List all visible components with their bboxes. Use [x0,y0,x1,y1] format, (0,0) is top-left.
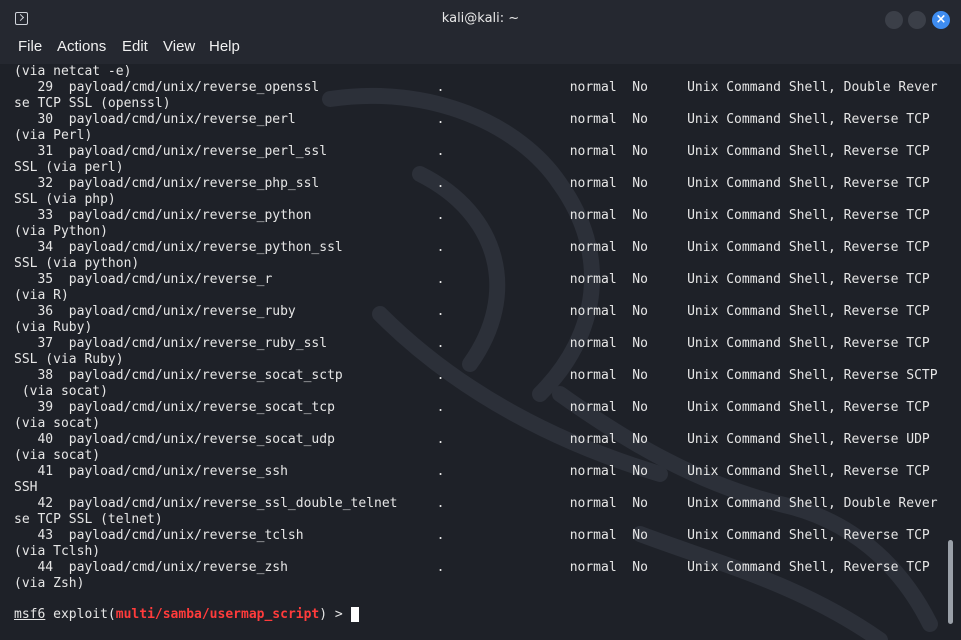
output-line: 36 payload/cmd/unix/reverse_ruby . norma… [14,304,930,319]
output-line: 43 payload/cmd/unix/reverse_tclsh . norm… [14,528,930,543]
output-line: se TCP SSL (telnet) [14,512,163,527]
output-line: (via socat) [14,384,108,399]
output-line: (via socat) [14,448,101,463]
command-prompt[interactable]: msf6 exploit(multi/samba/usermap_script)… [14,607,359,623]
prompt-command: exploit( [45,607,116,622]
output-line: 44 payload/cmd/unix/reverse_zsh . normal… [14,560,930,575]
output-line: 33 payload/cmd/unix/reverse_python . nor… [14,208,930,223]
output-line: (via Perl) [14,128,93,143]
close-icon: × [935,12,947,27]
output-line: SSL (via Ruby) [14,352,124,367]
output-line: (via netcat -e) [14,64,132,79]
output-line: 31 payload/cmd/unix/reverse_perl_ssl . n… [14,144,930,159]
scrollbar[interactable] [944,64,961,640]
title-bar[interactable]: kali@kali: ~ × [0,0,961,38]
output-line: (via socat) [14,416,101,431]
output-line: SSL (via php) [14,192,116,207]
output-line: (via R) [14,288,69,303]
output-line: (via Tclsh) [14,544,101,559]
prompt-app: msf6 [14,607,46,622]
menu-bar: File Actions Edit View Help [0,38,961,64]
menu-help[interactable]: Help [209,38,240,56]
output-lines: (via netcat -e) 29 payload/cmd/unix/reve… [14,64,938,592]
output-line: (via Zsh) [14,576,85,591]
output-line: 39 payload/cmd/unix/reverse_socat_tcp . … [14,400,930,415]
output-line: 34 payload/cmd/unix/reverse_python_ssl .… [14,240,930,255]
menu-file[interactable]: File [18,38,42,56]
window-title: kali@kali: ~ [441,11,520,26]
menu-actions[interactable]: Actions [57,38,106,56]
output-line: SSH [14,480,38,495]
output-line: (via Python) [14,224,108,239]
prompt-suffix: ) > [319,607,351,622]
prompt-module: multi/samba/usermap_script [115,607,320,622]
output-line: 42 payload/cmd/unix/reverse_ssl_double_t… [14,496,938,511]
output-line: 41 payload/cmd/unix/reverse_ssh . normal… [14,464,930,479]
menu-view[interactable]: View [163,38,195,56]
close-button[interactable]: × [932,11,950,29]
terminal-window: kali@kali: ~ × File Actions Edit View He… [0,0,961,640]
output-line: 40 payload/cmd/unix/reverse_socat_udp . … [14,432,930,447]
output-line: SSL (via python) [14,256,140,271]
output-line: SSL (via perl) [14,160,124,175]
output-line: (via Ruby) [14,320,93,335]
scrollbar-thumb[interactable] [948,540,953,624]
maximize-button[interactable] [908,11,926,29]
minimize-button[interactable] [885,11,903,29]
output-line: 29 payload/cmd/unix/reverse_openssl . no… [14,80,938,95]
menu-edit[interactable]: Edit [122,38,148,56]
output-line: 35 payload/cmd/unix/reverse_r . normal N… [14,272,930,287]
output-line: 30 payload/cmd/unix/reverse_perl . norma… [14,112,930,127]
output-line: se TCP SSL (openssl) [14,96,171,111]
output-line: 32 payload/cmd/unix/reverse_php_ssl . no… [14,176,930,191]
text-cursor [350,607,359,622]
terminal-output[interactable]: (via netcat -e) 29 payload/cmd/unix/reve… [0,64,944,640]
output-line: 38 payload/cmd/unix/reverse_socat_sctp .… [14,368,938,383]
output-line: 37 payload/cmd/unix/reverse_ruby_ssl . n… [14,336,930,351]
